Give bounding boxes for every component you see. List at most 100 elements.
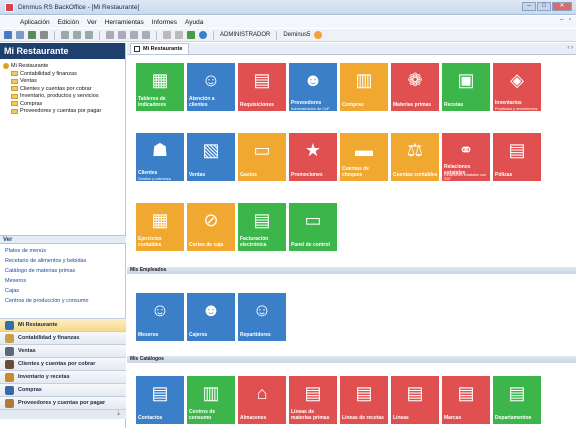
link-recetario[interactable]: Recetario de alimentos y bebidas [0,256,126,266]
last-record-icon[interactable] [142,31,150,39]
tile-cuentas-de-cheques[interactable]: ▬ Cuentas de cheques [340,133,388,181]
tile-label: Contactos [138,414,163,421]
tile-label: Proveedores [291,99,322,106]
tile-centros-de-consumo[interactable]: ▥ Centros de consumo [187,376,235,424]
tile-departamentos[interactable]: ▤ Departamentos [493,376,541,424]
tile-recetas[interactable]: ▣ Recetas [442,63,490,111]
link-meseros[interactable]: Meseros [0,276,126,286]
document-icon [134,46,140,52]
menu-bar: Aplicación Edición Ver Herramientas Info… [0,16,576,28]
menu-ver[interactable]: Ver [87,19,97,26]
mdi-controls[interactable]: – ▫ [560,17,573,23]
undo-icon[interactable] [175,31,183,39]
menu-edicion[interactable]: Edición [58,19,79,26]
nav-label: Proveedores y cuentas por pagar [18,400,106,406]
tile-atencion-a-clientes[interactable]: ☺ Atención a clientes [187,63,235,111]
link-catalogo-materias[interactable]: Catálogo de materias primas [0,266,126,276]
nav-ventas[interactable]: Ventas [0,344,126,357]
help-icon[interactable] [199,31,207,39]
tile-promociones[interactable]: ★ Promociones [289,133,337,181]
tile-label: Materias primas [393,101,432,108]
tile-sublabel: Relaciones estatales con SAT [444,173,487,181]
nav-compras[interactable]: Compras [0,383,126,396]
nav-configure-button[interactable]: ⇣ [0,409,126,419]
app-logo-icon [5,2,14,12]
tile-compras[interactable]: ▥ Compras [340,63,388,111]
tile-cuentas-contables[interactable]: ⚖ Cuentas contables [391,133,439,181]
next-record-icon[interactable] [130,31,138,39]
current-user: ADMINISTRADOR [220,32,271,38]
previous-record-icon[interactable] [118,31,126,39]
folder-icon [11,86,18,92]
tile-glyph-icon: ▣ [457,70,475,90]
tile-clientes[interactable]: ☗ Clientes Gestión y cobranza [136,133,184,181]
menu-ayuda[interactable]: Ayuda [185,19,203,26]
first-record-icon[interactable] [106,31,114,39]
paste-icon[interactable] [85,31,93,39]
tree-item-contabilidad[interactable]: Contabilidad y finanzas [3,70,125,78]
close-button[interactable]: ✕ [552,2,572,11]
tile-glyph-icon: ▤ [355,383,373,403]
tree-item-clientes[interactable]: Clientes y cuentas por cobrar [3,85,125,93]
tile-ventas[interactable]: ▧ Ventas [187,133,235,181]
tree-item-ventas[interactable]: Ventas [3,78,125,86]
tile-ejercicios-contables[interactable]: ▦ Ejercicios contables [136,203,184,251]
nav-proveedores[interactable]: Proveedores y cuentas por pagar [0,396,126,409]
minimize-button[interactable]: – [522,2,536,11]
save-icon[interactable] [28,31,36,39]
nav-mi-restaurante[interactable]: Mi Restaurante [0,318,126,331]
tile-polizas[interactable]: ▤ Pólizas [493,133,541,181]
tile-requisiciones[interactable]: ▤ Requisiciones [238,63,286,111]
tile-proveedores[interactable]: ☻ Proveedores Administración de CxP [289,63,337,111]
tile-glyph-icon: ☺ [252,300,272,320]
tile-almacenes[interactable]: ⌂ Almacenes [238,376,286,424]
tile-cortes-de-caja[interactable]: ⊘ Cortes de caja [187,203,235,251]
tile-meseros[interactable]: ☺ Meseros [136,293,184,341]
search-icon[interactable] [163,31,171,39]
left-pane-title: Mi Restaurante [0,43,125,59]
tile-glyph-icon: ☺ [201,70,221,90]
user-status-icon[interactable] [314,31,323,39]
tab-mi-restaurante[interactable]: Mi Restaurante [130,43,190,54]
print-icon[interactable] [40,31,48,39]
copy-icon[interactable] [73,31,81,39]
tree-root[interactable]: Mi Restaurante [3,62,125,70]
tile-label: Departamentos [495,414,532,421]
tile-contactos[interactable]: ▤ Contactos [136,376,184,424]
tile-cajeros[interactable]: ☻ Cajeros [187,293,235,341]
tile-tableros-de-indicadores[interactable]: ▦ Tableros de indicadores [136,63,184,111]
tile-label: Gastos [240,171,257,178]
link-platos[interactable]: Platos de menús [0,246,126,256]
tile-panel-de-control[interactable]: ▭ Panel de control [289,203,337,251]
tile-materias-primas[interactable]: ❁ Materias primas [391,63,439,111]
maximize-button[interactable]: □ [537,2,551,11]
document-tabs: Mi Restaurante ‹ › [127,43,576,55]
link-cajas[interactable]: Cajas [0,286,126,296]
tile-lineas[interactable]: ▤ Líneas [391,376,439,424]
open-icon[interactable] [16,31,24,39]
nav-inventario[interactable]: Inventario y recetas [0,370,126,383]
nav-clientes[interactable]: Clientes y cuentas por cobrar [0,357,126,370]
tile-gastos[interactable]: ▭ Gastos [238,133,286,181]
tile-marcas[interactable]: ▤ Marcas [442,376,490,424]
tile-relaciones-estatales[interactable]: ⚭ Relaciones estatales Relaciones estatale… [442,133,490,181]
nav-contabilidad[interactable]: Contabilidad y finanzas [0,331,126,344]
tree-item-compras[interactable]: Compras [3,100,125,108]
menu-aplicacion[interactable]: Aplicación [20,19,50,26]
tile-inventarios[interactable]: ◈ Inventarios Productos y movimientos [493,63,541,111]
refresh-icon[interactable] [187,31,195,39]
tree-item-inventario[interactable]: Inventario, productos y servicios [3,93,125,101]
tile-label: Cajeros [189,331,208,338]
menu-informes[interactable]: Informes [152,19,177,26]
tab-scroll-controls[interactable]: ‹ › [567,45,573,51]
tile-facturacion-electronica[interactable]: ▤ Facturación electrónica [238,203,286,251]
tile-glyph-icon: ▤ [253,70,271,90]
menu-herramientas[interactable]: Herramientas [105,19,144,26]
tree-item-proveedores[interactable]: Proveedores y cuentas por pagar [3,108,125,116]
tile-lineas-de-recetas[interactable]: ▤ Líneas de recetas [340,376,388,424]
tile-repartidores[interactable]: ☺ Repartidores [238,293,286,341]
link-centros-produccion[interactable]: Centros de producción y consumo [0,296,126,306]
tile-lineas-de-materias-primas[interactable]: ▤ Líneas de materias primas [289,376,337,424]
cut-icon[interactable] [61,31,69,39]
new-icon[interactable] [4,31,12,39]
